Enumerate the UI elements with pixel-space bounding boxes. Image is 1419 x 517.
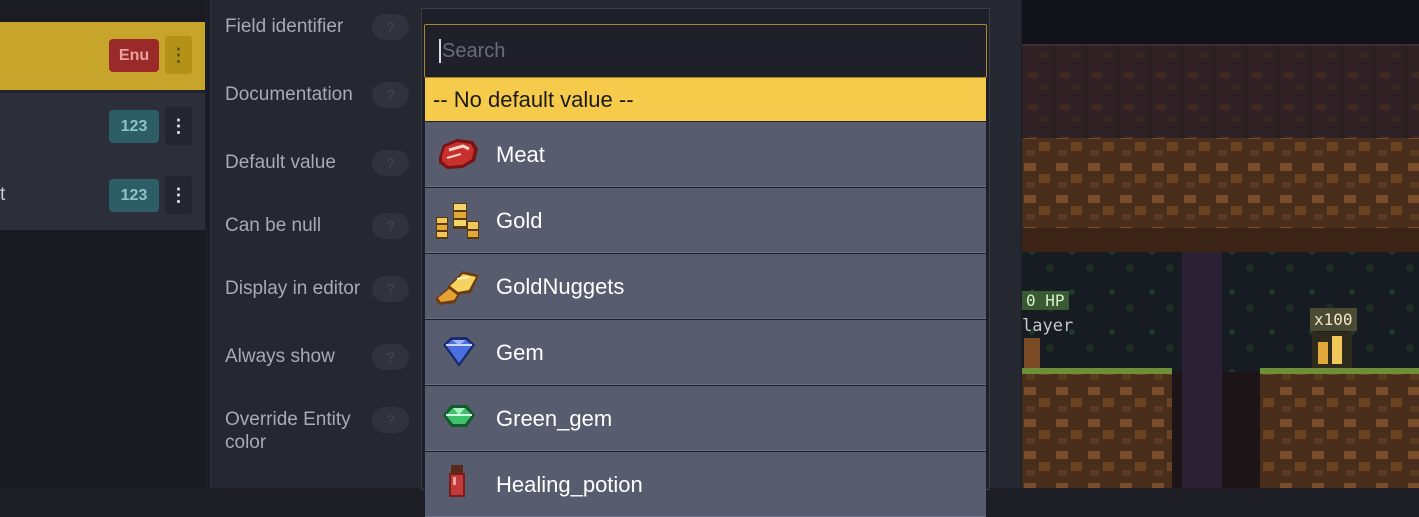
option-gem[interactable]: Gem bbox=[425, 320, 986, 385]
option-label: Healing_potion bbox=[496, 472, 643, 497]
fields-list-header-strip bbox=[0, 0, 205, 22]
entity-hp-label: 0 HP bbox=[1022, 291, 1069, 310]
gold-nuggets-icon bbox=[435, 271, 479, 305]
search-box[interactable] bbox=[424, 24, 987, 78]
level-canvas[interactable]: 0 HP layer x100 bbox=[1022, 0, 1419, 488]
option-healing-potion[interactable]: Healing_potion bbox=[425, 452, 986, 517]
field-menu-button[interactable]: ⋮ bbox=[165, 176, 192, 214]
override-entity-color-label: Override Entity color bbox=[225, 409, 351, 453]
help-icon[interactable]: ? bbox=[372, 150, 409, 176]
fields-list-panel: Enu ⋮ 123 ⋮ t 123 ⋮ bbox=[0, 0, 205, 488]
field-row-enum[interactable]: Enu ⋮ bbox=[0, 22, 205, 90]
pickup-count-label: x100 bbox=[1310, 308, 1357, 331]
field-menu-button[interactable]: ⋮ bbox=[165, 107, 192, 145]
always-show-label: Always show bbox=[225, 346, 335, 367]
fields-list-empty-area bbox=[0, 230, 205, 488]
option-gold[interactable]: Gold bbox=[425, 188, 986, 253]
help-icon[interactable]: ? bbox=[372, 213, 409, 239]
field-row-int[interactable]: t 123 ⋮ bbox=[0, 162, 205, 231]
option-green-gem[interactable]: Green_gem bbox=[425, 386, 986, 451]
display-in-editor-label: Display in editor bbox=[225, 278, 361, 299]
field-menu-button[interactable]: ⋮ bbox=[165, 36, 192, 74]
option-goldnuggets[interactable]: GoldNuggets bbox=[425, 254, 986, 319]
option-label: GoldNuggets bbox=[496, 274, 625, 299]
field-identifier-label: Field identifier bbox=[225, 16, 344, 37]
int-type-badge: 123 bbox=[109, 179, 159, 212]
can-be-null-label: Can be null bbox=[225, 215, 322, 236]
option-meat[interactable]: Meat bbox=[425, 122, 986, 187]
enum-type-badge: Enu bbox=[109, 39, 159, 72]
level-tiles bbox=[1022, 46, 1419, 488]
option-label: Gold bbox=[496, 208, 543, 233]
int-type-badge: 123 bbox=[109, 110, 159, 143]
documentation-label: Documentation bbox=[225, 84, 353, 105]
meat-icon bbox=[439, 139, 478, 169]
entity-player-label: layer bbox=[1022, 316, 1074, 336]
field-row-int[interactable]: 123 ⋮ bbox=[0, 93, 205, 162]
option-label: Gem bbox=[496, 340, 544, 365]
help-icon[interactable]: ? bbox=[372, 407, 409, 433]
help-icon[interactable]: ? bbox=[372, 276, 409, 302]
potion-icon bbox=[449, 465, 465, 497]
help-icon[interactable]: ? bbox=[372, 14, 409, 40]
no-default-value-option[interactable]: -- No default value -- bbox=[425, 78, 986, 121]
search-input[interactable] bbox=[442, 25, 962, 77]
default-value-dropdown: -- No default value -- Meat Gold bbox=[421, 8, 990, 517]
help-icon[interactable]: ? bbox=[372, 344, 409, 370]
field-row-label: t bbox=[0, 184, 6, 205]
option-label: Meat bbox=[496, 142, 545, 167]
blue-gem-icon bbox=[443, 337, 475, 367]
gold-coins-icon bbox=[436, 203, 479, 239]
text-caret bbox=[439, 39, 441, 63]
help-icon[interactable]: ? bbox=[372, 82, 409, 108]
green-gem-icon bbox=[443, 405, 475, 427]
default-value-label: Default value bbox=[225, 152, 336, 173]
option-label: Green_gem bbox=[496, 406, 613, 431]
